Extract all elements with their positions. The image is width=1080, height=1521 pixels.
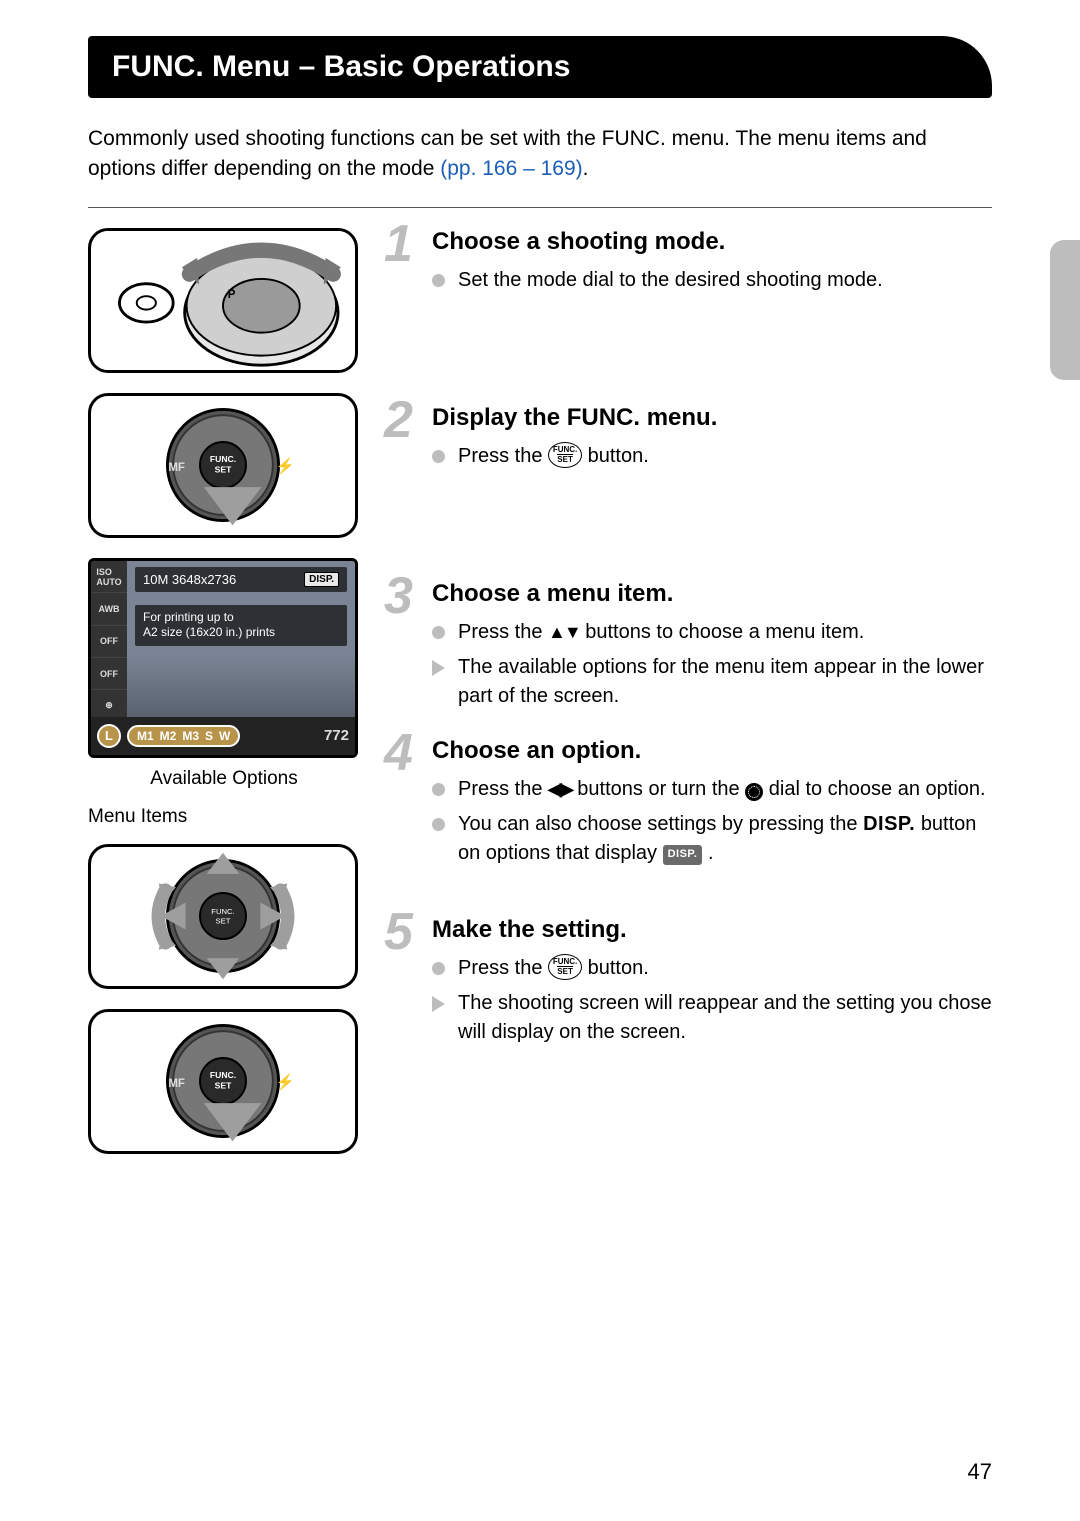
page-number: 47	[968, 1459, 992, 1485]
bullet-text: You can also choose settings by pressing…	[458, 813, 863, 835]
bullet-text: button.	[588, 445, 649, 467]
step-4: 4 Choose an option. Press the ◀▶ buttons…	[390, 737, 992, 868]
svg-text:SET: SET	[215, 465, 232, 475]
menu-item: ISOAUTO	[91, 561, 127, 593]
screen-options-bar: L M1 M2 M3 S W 772	[91, 717, 355, 755]
size-opt: S	[205, 729, 213, 743]
lcd-screen-illustration: ISOAUTO AWB OFF OFF ⊕ ▢ 10M 3648x2736 DI…	[88, 558, 358, 758]
func-button-illustration-2: FUNC. SET ⚡ MF	[88, 1009, 358, 1154]
bullet-text: dial to choose an option.	[769, 778, 986, 800]
bullet-text: buttons or turn the	[577, 778, 745, 800]
steps-column: 1 Choose a shooting mode. Set the mode d…	[390, 228, 992, 1174]
content-row: P FUNC. SET ⚡ MF IS	[88, 228, 992, 1174]
func-button-illustration: FUNC. SET ⚡ MF	[88, 393, 358, 538]
step-3: 3 Choose a menu item. Press the ▲▼ butto…	[390, 580, 992, 711]
size-opt: M1	[137, 729, 154, 743]
desc-line-1: For printing up to	[143, 610, 234, 624]
step-result: The available options for the menu item …	[432, 653, 992, 711]
page-title: FUNC. Menu – Basic Operations	[88, 36, 992, 98]
step-bullet: Press the FUNC.SET button.	[432, 954, 992, 983]
svg-text:FUNC.: FUNC.	[211, 907, 234, 916]
bullet-text: Press the	[458, 957, 548, 979]
bullet-text: Press the	[458, 621, 548, 643]
bullet-text: Press the	[458, 778, 548, 800]
menu-item: OFF	[91, 626, 127, 658]
step-title: Make the setting.	[432, 916, 992, 944]
step-title: Choose a menu item.	[432, 580, 992, 608]
step-bullet: Press the ◀▶ buttons or turn the dial to…	[432, 775, 992, 804]
func-set-icon: FUNC.SET	[548, 954, 582, 980]
intro-paragraph: Commonly used shooting functions can be …	[88, 124, 992, 185]
bullet-text: Press the	[458, 445, 548, 467]
size-options-pill: M1 M2 M3 S W	[127, 725, 240, 747]
step-bullet: Press the ▲▼ buttons to choose a menu it…	[432, 618, 992, 647]
size-opt: M2	[160, 729, 177, 743]
step-bullet: Set the mode dial to the desired shootin…	[432, 266, 992, 295]
menu-items-caption: Menu Items	[88, 806, 360, 828]
svg-text:P: P	[228, 289, 236, 301]
disp-pill: DISP.	[304, 572, 339, 587]
bullet-text: buttons to choose a menu item.	[585, 621, 864, 643]
svg-text:FUNC.: FUNC.	[210, 1070, 236, 1080]
page-ref-link[interactable]: (pp. 166 – 169)	[440, 157, 582, 180]
menu-item: OFF	[91, 658, 127, 690]
divider	[88, 207, 992, 208]
mode-dial-illustration: P	[88, 228, 358, 373]
svg-text:MF: MF	[168, 1078, 185, 1090]
bullet-text: button.	[588, 957, 649, 979]
intro-text-b: .	[583, 157, 589, 180]
step-bullet: You can also choose settings by pressing…	[432, 810, 992, 868]
shots-remaining: 772	[324, 727, 349, 744]
step-number: 2	[384, 390, 413, 450]
up-down-icon: ▲▼	[548, 619, 580, 645]
step-number: 3	[384, 566, 413, 626]
bullet-text: .	[708, 842, 714, 864]
step-bullet: Press the FUNC.SET button.	[432, 442, 992, 471]
step-1: 1 Choose a shooting mode. Set the mode d…	[390, 228, 992, 378]
side-tab	[1050, 240, 1080, 380]
step-number: 4	[384, 723, 413, 783]
desc-line-2: A2 size (16x20 in.) prints	[143, 625, 275, 639]
screen-preview: 10M 3648x2736 DISP. For printing up to A…	[127, 561, 355, 717]
step-5: 5 Make the setting. Press the FUNC.SET b…	[390, 916, 992, 1047]
svg-text:MF: MF	[168, 462, 185, 474]
svg-text:⚡: ⚡	[276, 1073, 295, 1091]
step-number: 5	[384, 902, 413, 962]
left-right-icon: ◀▶	[548, 776, 572, 802]
step-2: 2 Display the FUNC. menu. Press the FUNC…	[390, 404, 992, 554]
disp-text-icon: DISP.	[863, 813, 915, 835]
screen-resolution-box: 10M 3648x2736 DISP.	[135, 567, 347, 592]
illustration-column: P FUNC. SET ⚡ MF IS	[88, 228, 360, 1174]
size-L-icon: L	[97, 724, 121, 748]
step-title: Choose a shooting mode.	[432, 228, 992, 256]
menu-item: AWB	[91, 593, 127, 625]
svg-text:SET: SET	[216, 917, 231, 926]
available-options-caption: Available Options	[88, 768, 360, 790]
step-title: Choose an option.	[432, 737, 992, 765]
size-opt: W	[219, 729, 230, 743]
disp-badge-icon: DISP.	[663, 845, 703, 865]
svg-text:FUNC.: FUNC.	[210, 454, 236, 464]
control-dial-icon	[745, 783, 763, 801]
step-number: 1	[384, 214, 413, 274]
size-opt: M3	[182, 729, 199, 743]
resolution-text: 10M 3648x2736	[143, 572, 236, 587]
screen-description-box: For printing up to A2 size (16x20 in.) p…	[135, 605, 347, 646]
svg-text:⚡: ⚡	[276, 457, 295, 475]
func-set-icon: FUNC.SET	[548, 442, 582, 468]
arrow-pad-illustration: FUNC. SET	[88, 844, 358, 989]
step-title: Display the FUNC. menu.	[432, 404, 992, 432]
svg-text:SET: SET	[215, 1081, 232, 1091]
step-result: The shooting screen will reappear and th…	[432, 989, 992, 1047]
